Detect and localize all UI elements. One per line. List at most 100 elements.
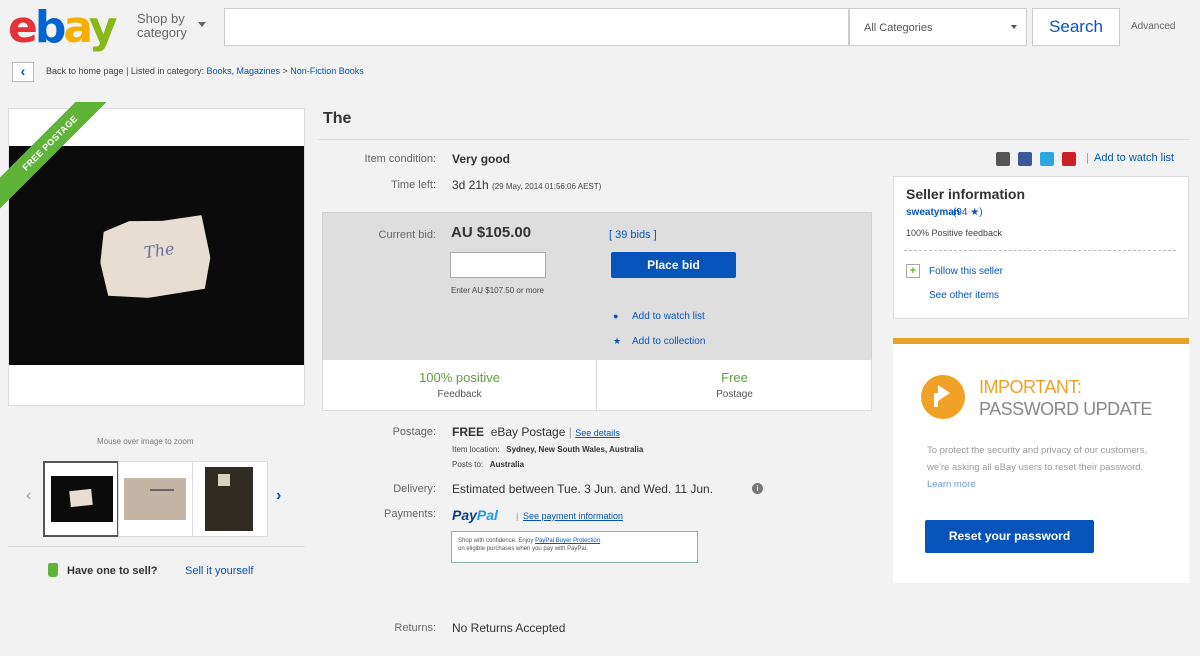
postage-free: FREE [452, 425, 485, 439]
plus-icon[interactable]: + [906, 264, 920, 278]
ebay-logo[interactable]: ebay [8, 2, 118, 53]
add-to-watch-list-link[interactable]: Add to watch list [632, 311, 705, 322]
separator: | [516, 511, 519, 521]
bid-hint: Enter AU $107.50 or more [451, 286, 544, 295]
category-label: category [137, 25, 187, 40]
thumbnail-1-paper [69, 488, 93, 508]
posts-to-value: Australia [489, 460, 525, 469]
buyer-protection-notice: Shop with confidence. Enjoy PayPal Buyer… [451, 531, 698, 563]
search-input[interactable] [224, 8, 849, 46]
follow-seller-link[interactable]: Follow this seller [929, 266, 1003, 277]
protection-text-2: on eligible purchases when you pay with … [458, 546, 588, 552]
paypal-pay: Pay [452, 507, 477, 523]
chevron-right-icon[interactable]: › [276, 487, 281, 505]
time-left-label: Time left: [391, 179, 436, 191]
promo-heading-important: IMPORTANT: [979, 377, 1082, 397]
returns-label: Returns: [394, 622, 436, 634]
divider [596, 360, 597, 410]
logo-letter-e: e [8, 2, 38, 53]
sell-it-yourself-link[interactable]: Sell it yourself [185, 565, 253, 577]
zoom-hint: Mouse over image to zoom [97, 437, 194, 446]
seller-info-title: Seller information [906, 186, 1026, 202]
bid-history-link[interactable]: [ 39 bids ] [609, 229, 657, 241]
star-icon[interactable]: ★ [613, 336, 621, 347]
item-location-label: Item location: [452, 445, 500, 454]
postage-row-label: Postage: [392, 426, 436, 438]
postage-label: Postage [716, 389, 753, 400]
see-details-link[interactable]: See details [575, 428, 620, 438]
seller-feedback-percent: 100% Positive feedback [906, 228, 1003, 238]
banner-accent-bar [893, 338, 1189, 344]
logo-letter-b: b [34, 2, 66, 53]
bid-amount-input[interactable] [450, 252, 546, 278]
add-to-collection-link[interactable]: Add to collection [632, 336, 705, 347]
email-icon[interactable] [996, 152, 1010, 166]
tag-icon [48, 563, 58, 577]
posts-to-label: Posts to: [452, 460, 484, 469]
time-left-value: 3d 21h (29 May, 2014 01:56:06 AEST) [452, 178, 601, 192]
twitter-icon[interactable] [1040, 152, 1054, 166]
promo-heading-password: PASSWORD UPDATE [979, 399, 1152, 419]
current-bid-value: AU $105.00 [451, 224, 532, 241]
paypal-logo: PayPal [452, 507, 498, 523]
postage-text: eBay Postage [490, 425, 566, 439]
category-select[interactable]: All Categories [849, 8, 1027, 46]
feedback-value: 100% positive [419, 370, 500, 385]
divider [318, 139, 1190, 140]
promo-body-text: To protect the security and privacy of o… [927, 445, 1148, 473]
place-bid-button[interactable]: Place bid [611, 252, 736, 278]
breadcrumb-books-link[interactable]: Books, Magazines [206, 66, 280, 76]
search-button[interactable]: Search [1032, 8, 1120, 46]
shop-by-category-button[interactable]: Shop by category [137, 12, 187, 40]
logo-letter-y: y [88, 2, 118, 53]
chevron-down-icon[interactable] [198, 22, 206, 27]
advanced-search-link[interactable]: Advanced [1131, 21, 1175, 32]
free-postage-label: FREE POSTAGE [0, 102, 110, 212]
time-left-remaining: 3d 21h [452, 178, 489, 192]
current-bid-label: Current bid: [378, 229, 436, 241]
shop-by-label: Shop by [137, 11, 185, 26]
thumbnail-3-detail [218, 474, 230, 486]
time-left-detail: (29 May, 2014 01:56:06 AEST) [492, 182, 602, 191]
reset-password-button[interactable]: Reset your password [925, 520, 1094, 553]
payment-info-link[interactable]: See payment information [523, 511, 623, 521]
protection-text-1: Shop with confidence. Enjoy [458, 538, 536, 544]
buyer-protection-link[interactable]: PayPal Buyer Protection [535, 538, 600, 544]
payments-label: Payments: [384, 508, 436, 520]
divider [8, 546, 305, 547]
facebook-icon[interactable] [1018, 152, 1032, 166]
breadcrumb-separator: > [280, 66, 291, 76]
back-arrow-icon[interactable]: ‹ [12, 62, 34, 82]
eye-icon[interactable]: ● [613, 311, 618, 321]
condition-label: Item condition: [364, 153, 436, 165]
breadcrumb-nonfiction-link[interactable]: Non-Fiction Books [290, 66, 364, 76]
back-to-home-link[interactable]: Back to home page [46, 66, 124, 76]
item-location-value: Sydney, New South Wales, Australia [506, 445, 644, 454]
seller-name-link[interactable]: sweatyman [906, 207, 960, 218]
item-title: The [323, 110, 352, 127]
thumbnail-2-detail [150, 489, 174, 491]
promo-body: To protect the security and privacy of o… [927, 442, 1167, 493]
thumbnail-2-photo [124, 478, 186, 520]
condition-value: Very good [452, 152, 511, 166]
feedback-label: Feedback [437, 389, 482, 400]
returns-value: No Returns Accepted [452, 621, 566, 635]
separator: | [1086, 152, 1089, 164]
delivery-value: Estimated between Tue. 3 Jun. and Wed. 1… [452, 482, 714, 496]
sell-question: Have one to sell? [67, 565, 158, 577]
postage-value: Free [721, 370, 748, 385]
learn-more-link[interactable]: Learn more [927, 479, 976, 490]
stats-panel [322, 359, 872, 411]
chevron-left-icon[interactable]: ‹ [26, 487, 31, 505]
pinterest-icon[interactable] [1062, 152, 1076, 166]
delivery-label: Delivery: [393, 483, 436, 495]
chevron-down-icon[interactable] [1011, 25, 1017, 29]
seller-feedback-score[interactable]: (94 ★) [953, 207, 983, 218]
see-other-items-link[interactable]: See other items [929, 290, 999, 301]
postage-row-value: FREE eBay Postage | See details [452, 425, 620, 439]
free-postage-ribbon: FREE POSTAGE [0, 102, 110, 212]
item-location: Item location: Sydney, New South Wales, … [452, 445, 643, 454]
logo-letter-a: a [63, 2, 91, 53]
add-to-watch-list-link[interactable]: Add to watch list [1094, 152, 1174, 164]
info-icon[interactable]: i [752, 483, 763, 494]
